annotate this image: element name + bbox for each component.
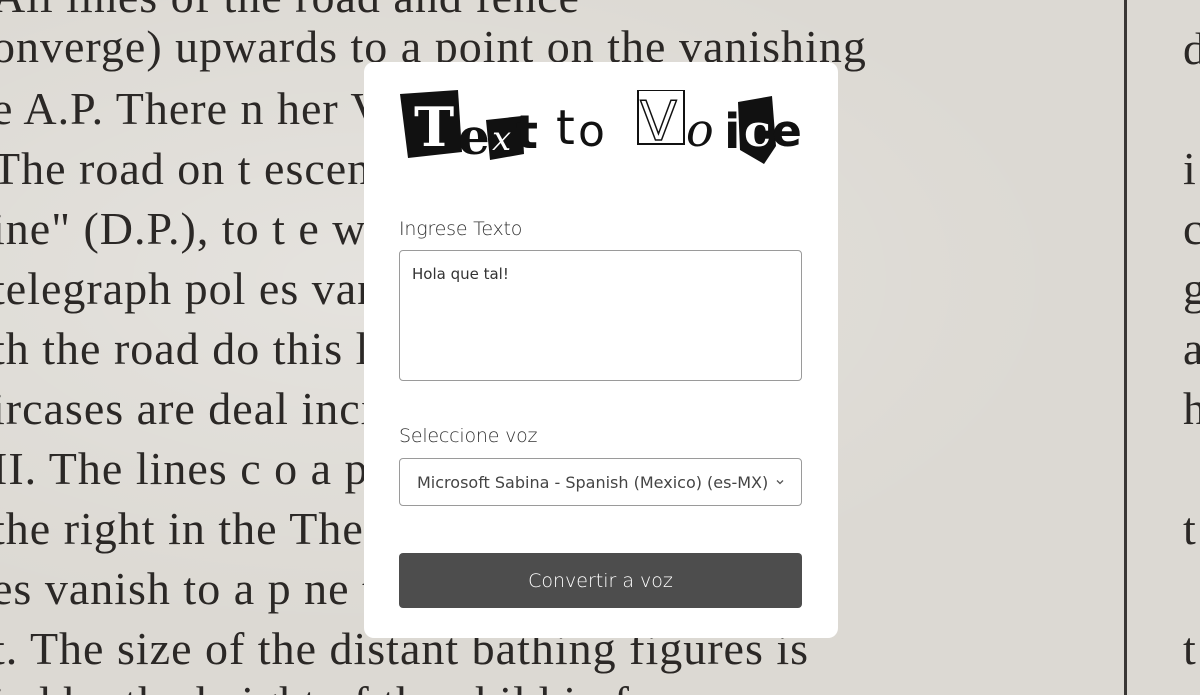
bg-text-line: ied by the height of the child in fr <box>0 680 646 695</box>
bg-column2-char: d <box>1183 23 1200 74</box>
column-divider <box>1124 0 1127 695</box>
voice-select-value: Microsoft Sabina - Spanish (Mexico) (es-… <box>417 472 769 492</box>
bg-column2-char: t <box>1183 503 1196 554</box>
bg-column2-char: i <box>1183 143 1196 194</box>
voice-select-label: Seleccione voz <box>399 425 538 447</box>
text-to-voice-logo: T e x t t o V o i c e <box>400 90 802 166</box>
bg-column2-char: a <box>1183 323 1200 374</box>
logo-letter: e <box>772 106 802 157</box>
bg-column2-char: t <box>1183 623 1196 674</box>
bg-column2-char: h <box>1183 383 1200 434</box>
logo-letter: V <box>640 90 677 153</box>
logo-letter: o <box>578 106 605 157</box>
voice-select[interactable]: Microsoft Sabina - Spanish (Mexico) (es-… <box>399 458 802 506</box>
logo-letter: x <box>492 119 511 159</box>
text-input-label: Ingrese Texto <box>399 218 523 240</box>
bg-column2-char: g <box>1183 263 1200 314</box>
bg-text-line: All lines of the road and fence <box>0 0 580 20</box>
convert-to-voice-button[interactable]: Convertir a voz <box>399 553 802 608</box>
text-to-voice-card: T e x t t o V o i c e Ingrese Texto Hola… <box>364 62 838 638</box>
bg-column2-char: c <box>1183 203 1200 254</box>
text-input[interactable]: Hola que tal! <box>399 250 802 381</box>
logo-letter: i <box>724 104 740 160</box>
logo-letter: o <box>686 103 714 157</box>
logo-letter: c <box>744 106 771 157</box>
chevron-down-icon <box>776 480 784 485</box>
logo-letter: e <box>458 107 490 166</box>
logo-letter: t <box>516 105 538 159</box>
logo-letter: T <box>414 95 454 159</box>
logo-letter: t <box>556 100 575 156</box>
